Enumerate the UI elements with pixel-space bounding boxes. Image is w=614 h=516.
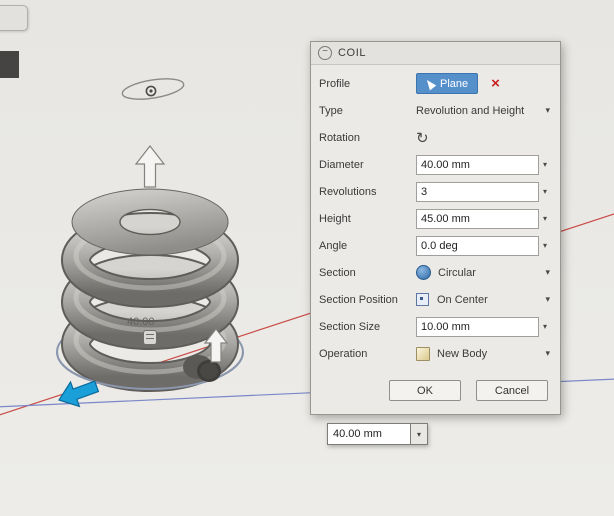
angle-spinner-icon[interactable]: ▾ [543,241,547,250]
rotation-label: Rotation [319,131,360,144]
chevron-down-icon: ▾ [545,267,550,277]
rotation-row: Rotation ↻ [319,124,552,151]
section-row: Section Circular ▾ [319,259,552,286]
remove-selection-icon[interactable]: × [491,76,500,91]
operation-value: New Body [437,347,488,360]
new-body-icon [416,346,430,361]
angle-label: Angle [319,239,348,252]
section-position-row: Section Position On Center ▾ [319,286,552,313]
inline-dimension-editor: 40.00 mm ▾ [327,423,428,445]
chevron-down-icon: ▾ [545,348,550,358]
coil-dialog: − COIL Profile Plane × Type Revolution a… [310,41,561,415]
diameter-row: Diameter 40.00 mm ▾ [319,151,552,178]
dimension-grip-icon[interactable] [143,330,157,345]
rotation-direction-icon[interactable]: ↻ [416,129,429,147]
profile-select-button[interactable]: Plane [416,73,479,94]
type-dropdown[interactable]: Revolution and Height ▾ [416,105,552,117]
revolutions-input[interactable]: 3 [416,181,539,202]
profile-sketch[interactable] [121,75,185,102]
chevron-down-icon: ▾ [545,294,550,304]
section-value: Circular [438,266,476,279]
section-size-spinner-icon[interactable]: ▾ [543,322,547,331]
ok-button[interactable]: OK [389,380,461,401]
section-label: Section [319,266,356,279]
section-position-value: On Center [437,293,488,306]
operation-label: Operation [319,347,368,360]
height-label: Height [319,212,351,225]
dimension-label[interactable]: 40.00 [127,316,155,328]
angle-row: Angle 0.0 deg ▾ [319,232,552,259]
section-size-label: Section Size [319,320,381,333]
profile-button-label: Plane [440,77,469,90]
height-arrow-icon[interactable] [134,145,166,188]
angle-input[interactable]: 0.0 deg [416,235,539,256]
height-row: Height 45.00 mm ▾ [319,205,552,232]
diameter-input[interactable]: 40.00 mm [416,154,539,175]
type-row: Type Revolution and Height ▾ [319,97,552,124]
browser-collapse-tab[interactable] [0,5,28,31]
circular-section-icon [416,265,431,280]
section-position-dropdown[interactable]: On Center ▾ [416,293,552,306]
type-label: Type [319,104,343,117]
dialog-titlebar[interactable]: − COIL [311,42,560,65]
height-input[interactable]: 45.00 mm [416,208,539,229]
cursor-icon [423,77,437,90]
profile-row: Profile Plane × [319,70,552,97]
revolutions-spinner-icon[interactable]: ▾ [543,187,547,196]
height-spinner-icon[interactable]: ▾ [543,214,547,223]
operation-dropdown[interactable]: New Body ▾ [416,346,552,361]
diameter-spinner-icon[interactable]: ▾ [543,160,547,169]
inline-dimension-dropdown[interactable]: ▾ [411,423,428,445]
coil-body[interactable] [61,188,239,392]
dialog-title: COIL [338,47,367,59]
dialog-buttons: OK Cancel [311,367,560,414]
section-size-input[interactable]: 10.00 mm [416,316,539,337]
section-dropdown[interactable]: Circular ▾ [416,265,552,280]
left-panel-fragment [0,51,19,78]
diameter-label: Diameter [319,158,364,171]
revolutions-row: Revolutions 3 ▾ [319,178,552,205]
operation-row: Operation New Body ▾ [319,340,552,367]
collapse-icon[interactable]: − [318,46,332,60]
revolutions-label: Revolutions [319,185,377,198]
inline-dimension-input[interactable]: 40.00 mm [327,423,411,445]
section-size-row: Section Size 10.00 mm ▾ [319,313,552,340]
profile-label: Profile [319,77,351,90]
section-position-label: Section Position [319,293,398,306]
type-value: Revolution and Height [416,104,525,117]
chevron-down-icon: ▾ [545,105,550,115]
cancel-button[interactable]: Cancel [476,380,548,401]
on-center-icon [416,293,429,306]
